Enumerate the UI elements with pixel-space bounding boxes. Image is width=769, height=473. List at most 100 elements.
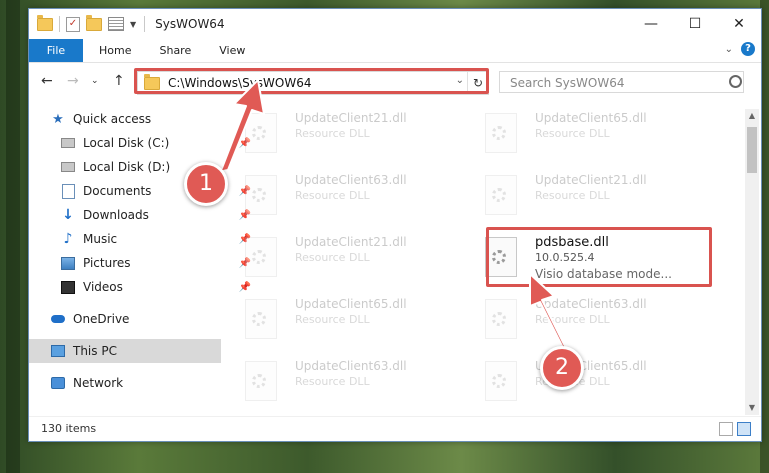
videos-icon [61, 280, 75, 294]
vertical-scrollbar[interactable]: ▲ ▼ [745, 109, 759, 415]
sidebar-item-network[interactable]: Network [29, 371, 243, 395]
sidebar-item-label: OneDrive [73, 312, 130, 326]
new-folder-icon[interactable] [86, 14, 102, 31]
dll-file-icon [485, 175, 517, 215]
file-item[interactable]: UpdateClient65.dll Resource DLL [465, 107, 695, 159]
callout-step-1: 1 [184, 162, 228, 206]
folder-icon[interactable] [37, 14, 53, 31]
forward-arrow-icon[interactable]: → [67, 73, 79, 89]
file-name: UpdateClient63.dll [295, 173, 407, 187]
file-name: UpdateClient65.dll [295, 297, 407, 311]
status-bar: 130 items [29, 416, 761, 441]
properties-check-icon[interactable]: ✓ [66, 16, 80, 32]
file-description: Resource DLL [295, 189, 370, 202]
toolbar-separator [59, 16, 60, 32]
dll-file-icon [485, 113, 517, 153]
details-view-icon[interactable] [719, 422, 733, 436]
disk-icon [61, 162, 75, 172]
file-item[interactable]: UpdateClient63.dll Resource DLL [225, 355, 455, 407]
dll-file-icon [245, 175, 277, 215]
address-highlight-box [134, 68, 489, 94]
downloads-icon: ↓ [62, 207, 74, 223]
pictures-icon [61, 256, 75, 270]
dll-file-icon [245, 237, 277, 277]
recent-locations-icon[interactable]: ⌄ [91, 76, 99, 86]
dll-file-icon [245, 113, 277, 153]
expand-ribbon-icon[interactable]: ⌄ [725, 44, 733, 55]
file-item[interactable]: UpdateClient63.dll Resource DLL [465, 293, 695, 345]
file-list: UpdateClient21.dll Resource DLL UpdateCl… [225, 107, 743, 417]
sidebar-item-downloads[interactable]: ↓ Downloads 📌 [29, 203, 253, 227]
pc-icon [51, 345, 65, 357]
callout-step-2: 2 [540, 346, 584, 390]
sidebar-item-label: Downloads [83, 208, 149, 222]
star-icon: ★ [52, 111, 64, 127]
documents-icon [61, 183, 75, 199]
window-title: SysWOW64 [155, 17, 225, 31]
onedrive-icon [51, 315, 65, 323]
file-item[interactable]: UpdateClient21.dll Resource DLL [225, 231, 455, 283]
tab-share[interactable]: Share [145, 39, 205, 62]
sidebar-item-videos[interactable]: Videos 📌 [29, 275, 253, 299]
sidebar-item-label: Local Disk (C:) [83, 136, 170, 150]
file-name: UpdateClient21.dll [295, 235, 407, 249]
customize-dropdown-icon[interactable]: ▼ [130, 20, 136, 29]
file-description: Resource DLL [535, 313, 610, 326]
sidebar-item-label: Pictures [83, 256, 131, 270]
sidebar-item-local-disk-c[interactable]: Local Disk (C:) 📌 [29, 131, 253, 155]
search-input[interactable]: Search SysWOW64 [499, 71, 744, 93]
sidebar-item-label: Quick access [73, 112, 152, 126]
tab-home[interactable]: Home [83, 39, 145, 62]
maximize-button[interactable]: ☐ [673, 9, 717, 39]
music-icon: ♪ [63, 231, 73, 247]
sidebar-item-onedrive[interactable]: OneDrive [29, 307, 243, 331]
sidebar-item-label: Music [83, 232, 118, 246]
file-description: Resource DLL [535, 189, 610, 202]
file-item[interactable]: UpdateClient63.dll Resource DLL [225, 169, 455, 221]
title-separator [144, 16, 146, 32]
help-icon[interactable]: ? [741, 42, 755, 56]
navigation-pane: ★ Quick access Local Disk (C:) 📌 Local D… [29, 107, 251, 417]
close-button[interactable]: ✕ [717, 9, 761, 39]
sidebar-item-quick-access[interactable]: ★ Quick access [29, 107, 243, 131]
file-description: Resource DLL [295, 127, 370, 140]
tab-view[interactable]: View [205, 39, 259, 62]
back-arrow-icon[interactable]: ← [41, 73, 53, 89]
disk-icon [61, 138, 75, 148]
network-icon [51, 377, 65, 389]
file-name: UpdateClient63.dll [535, 297, 647, 311]
file-item[interactable]: UpdateClient21.dll Resource DLL [465, 169, 695, 221]
file-item[interactable]: UpdateClient21.dll Resource DLL [225, 107, 455, 159]
file-name: UpdateClient63.dll [295, 359, 407, 373]
sidebar-item-label: This PC [73, 344, 117, 358]
scroll-thumb[interactable] [747, 127, 757, 173]
file-name: UpdateClient65.dll [535, 111, 647, 125]
file-description: Resource DLL [535, 127, 610, 140]
file-name: UpdateClient21.dll [295, 111, 407, 125]
file-item[interactable]: UpdateClient65.dll Resource DLL [225, 293, 455, 345]
scroll-up-icon[interactable]: ▲ [745, 109, 759, 123]
scroll-down-icon[interactable]: ▼ [745, 401, 759, 415]
sidebar-item-label: Videos [83, 280, 123, 294]
ribbon-tabs: File Home Share View ⌄ ? [29, 39, 761, 63]
dll-file-icon [245, 361, 277, 401]
navigation-bar: ← → ⌄ ↑ C:\Windows\SysWOW64 ⌄ ↻ Search S… [29, 63, 761, 101]
tab-file[interactable]: File [29, 39, 83, 62]
sidebar-item-pictures[interactable]: Pictures 📌 [29, 251, 253, 275]
quick-access-toolbar: ✓ ▼ [37, 14, 136, 32]
file-name: UpdateClient21.dll [535, 173, 647, 187]
sidebar-item-label: Documents [83, 184, 152, 198]
file-description: Resource DLL [295, 375, 370, 388]
sidebar-item-music[interactable]: ♪ Music 📌 [29, 227, 253, 251]
properties-icon[interactable] [108, 17, 124, 31]
sidebar-item-this-pc[interactable]: This PC [29, 339, 221, 363]
dll-file-icon [485, 299, 517, 339]
tiles-view-icon[interactable] [737, 422, 751, 436]
dll-file-icon [245, 299, 277, 339]
dll-file-icon [485, 361, 517, 401]
sidebar-item-label: Network [73, 376, 124, 390]
minimize-button[interactable]: — [629, 9, 673, 39]
sidebar-item-label: Local Disk (D:) [83, 160, 171, 174]
search-icon [729, 75, 742, 88]
up-arrow-icon[interactable]: ↑ [113, 73, 125, 89]
